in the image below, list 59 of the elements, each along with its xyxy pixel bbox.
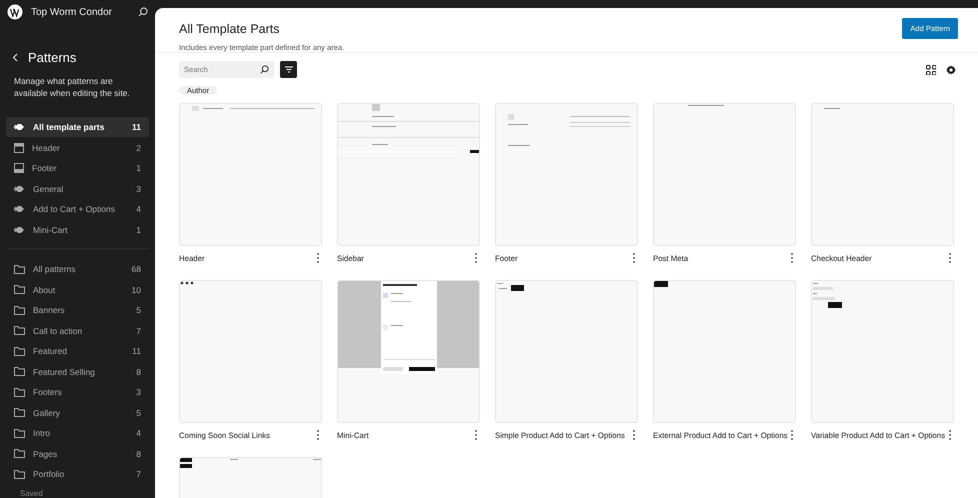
grid-view-button[interactable] [924,62,938,76]
more-options-button[interactable] [472,429,480,441]
more-options-button[interactable] [314,429,322,441]
nav-item[interactable]: About 10 [6,280,149,300]
more-options-button[interactable] [946,252,954,264]
nav-item[interactable]: Featured Selling 8 [6,362,149,382]
wordpress-logo-icon[interactable] [7,4,23,20]
folder-icon [14,449,25,458]
nav-item[interactable]: Footer 1 [6,158,149,178]
page-title: All Template Parts [179,22,281,36]
folder-icon [14,326,25,335]
folder-icon [14,346,25,356]
nav-item[interactable]: Add to Cart + Options 4 [6,199,149,219]
folder-icon [14,264,25,274]
filter-button[interactable] [280,61,297,78]
template-part-icon [14,226,25,234]
search-icon[interactable] [138,7,148,17]
nav-item[interactable]: Featured 11 [6,341,149,361]
more-options-button[interactable] [630,429,638,441]
back-chevron-icon[interactable] [12,53,18,62]
folder-icon [14,285,25,294]
folder-icon [14,306,25,314]
nav-item[interactable]: Footers 3 [6,382,149,402]
site-title[interactable]: Top Worm Condor [31,6,130,18]
nav-item[interactable]: Pages 8 [6,444,149,464]
nav-item[interactable]: Header 2 [6,138,149,158]
panel-title: Patterns [28,50,76,65]
template-part-icon [14,184,25,192]
nav-item[interactable]: General 3 [6,178,149,198]
template-part-icon [14,205,25,213]
folder-icon [14,367,25,376]
filter-icon [284,66,292,73]
meta-line-drawing [688,105,724,106]
template-part-icon [14,123,25,131]
grid-view-icon [926,64,936,74]
panel-description: Manage what patterns are available when editing the site. [13,75,131,99]
more-options-button[interactable] [630,252,638,264]
more-options-button[interactable] [472,252,480,264]
nav-item[interactable]: Gallery 5 [6,402,149,422]
more-options-button[interactable] [788,252,796,264]
nav-item[interactable]: Portfolio 7 [6,464,149,484]
nav-item[interactable]: Mini-Cart 1 [6,220,149,240]
search-icon [260,65,269,74]
settings-icon [946,64,956,74]
nav-item[interactable]: Call to action 7 [6,320,149,340]
header-layout-icon [14,142,24,152]
folder-icon [14,470,25,478]
save-status: Saved [19,490,44,498]
nav-item[interactable]: Intro 4 [6,423,149,443]
folder-icon [14,408,25,417]
footer-layout-icon [14,163,24,173]
folder-icon [14,388,25,396]
more-options-button[interactable] [788,429,796,441]
nav-item[interactable]: All patterns 68 [6,259,149,279]
nav-item[interactable]: Banners 5 [6,300,149,320]
folder-icon [14,428,25,438]
more-options-button[interactable] [946,429,954,441]
nav-item[interactable]: All template parts 11 [6,117,149,137]
more-options-button[interactable] [314,252,322,264]
